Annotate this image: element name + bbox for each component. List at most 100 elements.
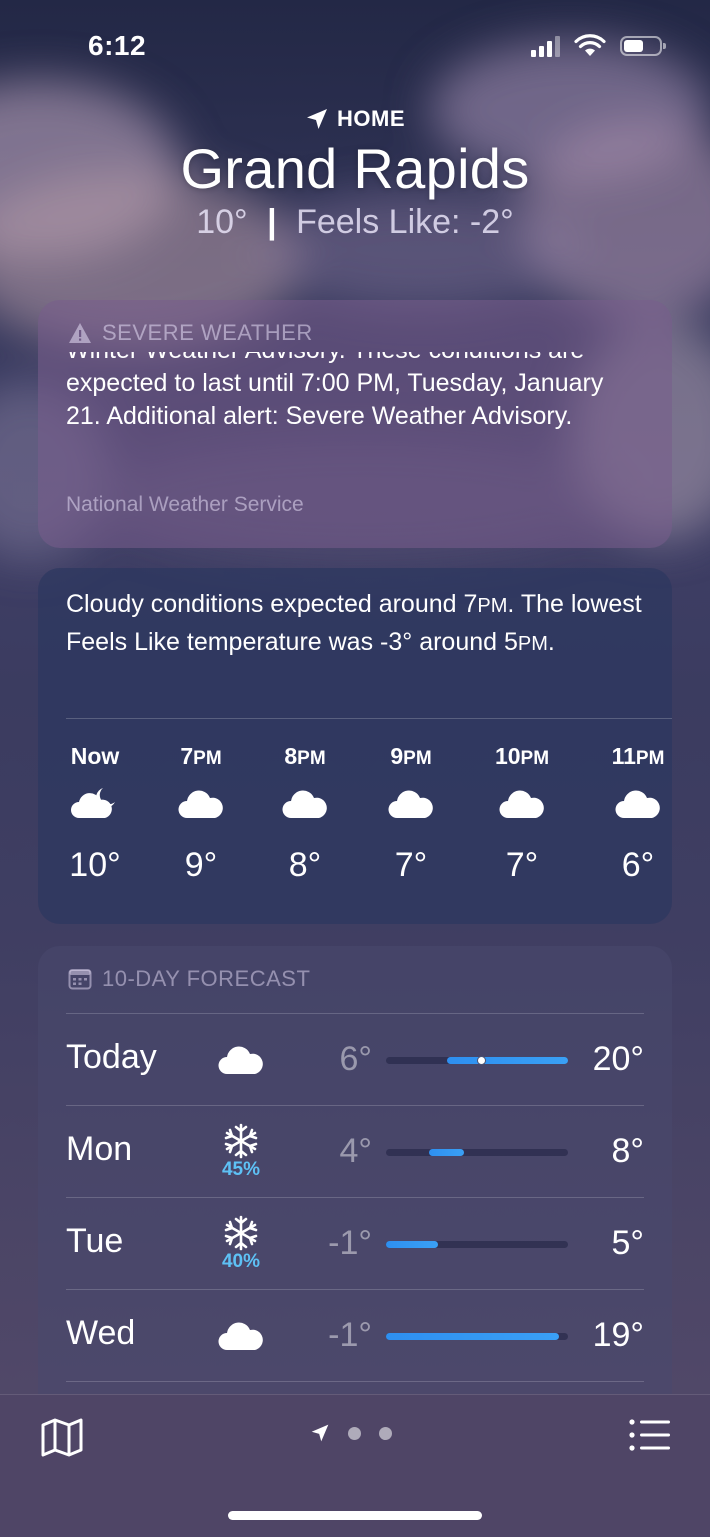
calendar-icon	[68, 969, 92, 990]
cellular-signal-icon	[531, 35, 560, 57]
battery-icon	[620, 36, 666, 56]
summary-text-a: Cloudy conditions expected around 7	[66, 590, 478, 618]
snowflake-icon	[224, 1123, 258, 1159]
hour-column: 9PM 7°	[356, 736, 466, 885]
forecast-row[interactable]: Today 6° 20°	[38, 1014, 672, 1106]
list-icon[interactable]	[628, 1417, 670, 1453]
low-temp: -1°	[328, 1316, 372, 1354]
alert-text: Winter Weather Advisory. These condition…	[66, 352, 604, 430]
day-name: Today	[66, 1038, 157, 1076]
hour-temp: 9°	[184, 846, 218, 884]
snowflake-icon	[224, 1215, 258, 1251]
alert-source: National Weather Service	[66, 493, 304, 516]
day-name: Mon	[66, 1130, 133, 1168]
precip-chance: 40%	[221, 1251, 261, 1272]
temp-range-bar	[386, 1333, 568, 1340]
cloud-icon	[615, 790, 660, 818]
temp-range-bar	[386, 1149, 568, 1156]
map-icon[interactable]	[40, 1417, 84, 1457]
hour-suffix: PM	[635, 748, 665, 769]
day-icon-wrap	[210, 1290, 272, 1382]
location-arrow-icon[interactable]	[310, 1423, 330, 1443]
hour-label: 8	[284, 743, 298, 769]
cloud-icon	[178, 790, 223, 818]
page-dot[interactable]	[348, 1426, 361, 1440]
hour-temp: 8°	[288, 846, 322, 884]
summary-text-c: .	[547, 628, 555, 656]
day-icon-wrap: 45%	[210, 1106, 272, 1198]
forecast-row[interactable]: Mon 45% 4° 8°	[38, 1106, 672, 1198]
home-indicator[interactable]	[228, 1511, 482, 1520]
hour-label: 9	[390, 743, 404, 769]
location-label: HOME	[337, 106, 405, 131]
status-time: 6:12	[88, 30, 147, 61]
city-name: Grand Rapids	[180, 137, 530, 200]
hour-label: 10	[494, 743, 521, 769]
hourly-scroller[interactable]: Now 10° 7PM 9° 8PM 8° 9PM 7° 10PM 7° 11P…	[38, 736, 672, 906]
status-icons	[531, 34, 666, 58]
hour-column: 10PM 7°	[467, 736, 577, 885]
divider	[66, 1381, 644, 1382]
ten-day-forecast-card[interactable]: 10-DAY FORECAST Today 6° 20° Mon 45% 4° …	[38, 946, 672, 1416]
high-temp: 5°	[611, 1224, 644, 1262]
cloud-icon	[218, 1322, 263, 1350]
forecast-row[interactable]: Tue 40% -1° 5°	[38, 1198, 672, 1290]
hour-column: 11PM 6°	[583, 736, 693, 885]
hour-temp: 6°	[621, 846, 655, 884]
hour-label: Now	[70, 743, 120, 769]
summary-pm-2: PM	[517, 633, 548, 655]
cloud-icon	[282, 790, 327, 818]
location-header: HOME Grand Rapids 10° | Feels Like: -2°	[0, 106, 710, 242]
forecast-title: 10-DAY FORECAST	[102, 966, 311, 991]
bottom-toolbar	[0, 1394, 710, 1537]
alert-header: SEVERE WEATHER	[68, 320, 313, 346]
severe-weather-card[interactable]: SEVERE WEATHER Winter Weather Advisory. …	[38, 300, 672, 548]
high-temp: 20°	[592, 1040, 644, 1078]
temp-range-fill	[446, 1057, 568, 1064]
temp-range-fill	[429, 1149, 464, 1156]
hour-suffix: PM	[297, 748, 326, 769]
hourly-forecast-card[interactable]: Cloudy conditions expected around 7PM. T…	[38, 568, 672, 924]
feels-like: Feels Like: -2°	[296, 203, 514, 241]
page-dot[interactable]	[379, 1426, 392, 1440]
hour-suffix: PM	[403, 748, 432, 769]
location-arrow-icon	[307, 109, 327, 129]
temp-range-fill	[386, 1333, 560, 1340]
current-conditions: 10° | Feels Like: -2°	[0, 203, 710, 242]
hour-suffix: PM	[520, 748, 550, 769]
hour-label: 11	[611, 743, 636, 769]
hour-temp: 7°	[394, 846, 428, 884]
precip-chance: 45%	[221, 1159, 261, 1180]
wifi-icon	[574, 34, 606, 56]
hour-column: 7PM 9°	[146, 736, 256, 885]
hour-label: 7	[180, 743, 194, 769]
alert-body: Winter Weather Advisory. These condition…	[66, 352, 642, 512]
day-name: Wed	[66, 1314, 136, 1352]
hour-column: 8PM 8°	[250, 736, 360, 885]
cloud-icon	[388, 790, 433, 818]
cloud-icon	[499, 790, 544, 818]
alert-title: SEVERE WEATHER	[102, 320, 313, 345]
low-temp: 4°	[339, 1132, 372, 1170]
temp-range-bar	[386, 1241, 568, 1248]
warning-icon	[69, 323, 91, 343]
low-temp: -1°	[328, 1224, 372, 1262]
current-temp: 10°	[196, 203, 248, 241]
hour-suffix: PM	[193, 748, 222, 769]
hour-column: Now 10°	[40, 736, 150, 885]
temp-range-bar	[386, 1056, 568, 1065]
hour-temp: 7°	[505, 846, 539, 884]
forecast-header: 10-DAY FORECAST	[68, 966, 310, 992]
temp-range-fill	[386, 1241, 438, 1248]
high-temp: 8°	[611, 1132, 644, 1170]
high-temp: 19°	[592, 1316, 644, 1354]
status-bar: 6:12	[0, 0, 710, 96]
page-indicator[interactable]	[310, 1423, 392, 1443]
cloud-icon	[218, 1046, 263, 1074]
divider	[66, 718, 672, 719]
forecast-row[interactable]: Wed -1° 19°	[38, 1290, 672, 1382]
temp-separator: |	[267, 203, 277, 241]
day-name: Tue	[66, 1222, 124, 1260]
day-icon-wrap: 40%	[210, 1198, 272, 1290]
home-label-row: HOME	[0, 106, 710, 132]
